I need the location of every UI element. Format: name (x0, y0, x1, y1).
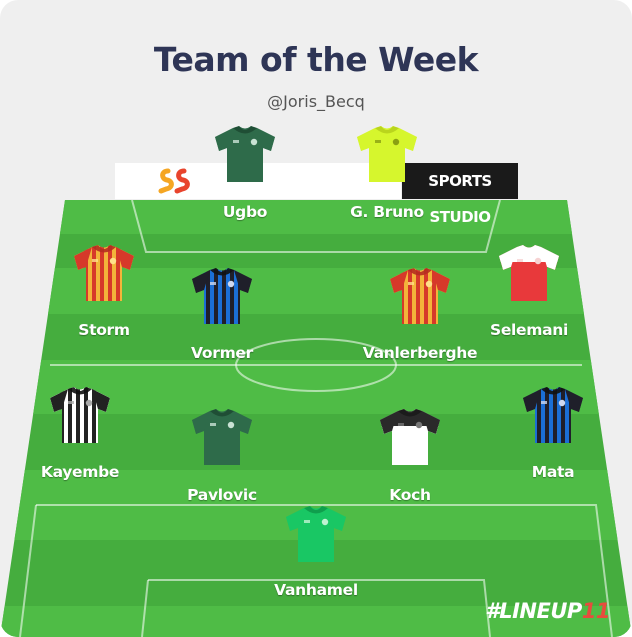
player-shirt-icon[interactable] (521, 386, 585, 449)
player-name: Mata (531, 463, 575, 481)
player-shirt-icon[interactable] (213, 125, 277, 188)
author-handle: @Joris_Becq (267, 92, 365, 111)
player-name: Kayembe (40, 463, 120, 481)
lineup11-brand: #LINEUP11 (485, 599, 610, 623)
player-name: Selemani (489, 321, 569, 339)
player-shirt-icon[interactable] (190, 267, 254, 330)
player-name: Storm (78, 321, 130, 339)
player-name: Vanhamel (274, 581, 358, 599)
player-name: Vanlerberghe (362, 344, 478, 362)
player-shirt-icon[interactable] (72, 244, 136, 307)
page-title: Team of the Week (153, 40, 479, 79)
player-shirt-icon[interactable] (355, 125, 419, 188)
player-shirt-icon[interactable] (497, 244, 561, 307)
sponsor-name-banner: SPORTS STUDIO (402, 163, 518, 226)
player-name: Koch (389, 486, 431, 504)
lineup-card: SPORTS STUDIO Team of the Week @Joris_Be… (0, 0, 632, 637)
player-name: Pavlovic (187, 486, 257, 504)
player-shirt-icon[interactable] (388, 267, 452, 330)
player-name: Vormer (191, 344, 253, 362)
player-shirt-icon[interactable] (378, 408, 442, 471)
player-shirt-icon[interactable] (284, 505, 348, 568)
player-shirt-icon[interactable] (190, 408, 254, 471)
player-name: G. Bruno (350, 203, 424, 221)
player-name: Ugbo (222, 203, 268, 221)
sports-studio-logo-icon (158, 168, 190, 194)
player-shirt-icon[interactable] (48, 386, 112, 449)
